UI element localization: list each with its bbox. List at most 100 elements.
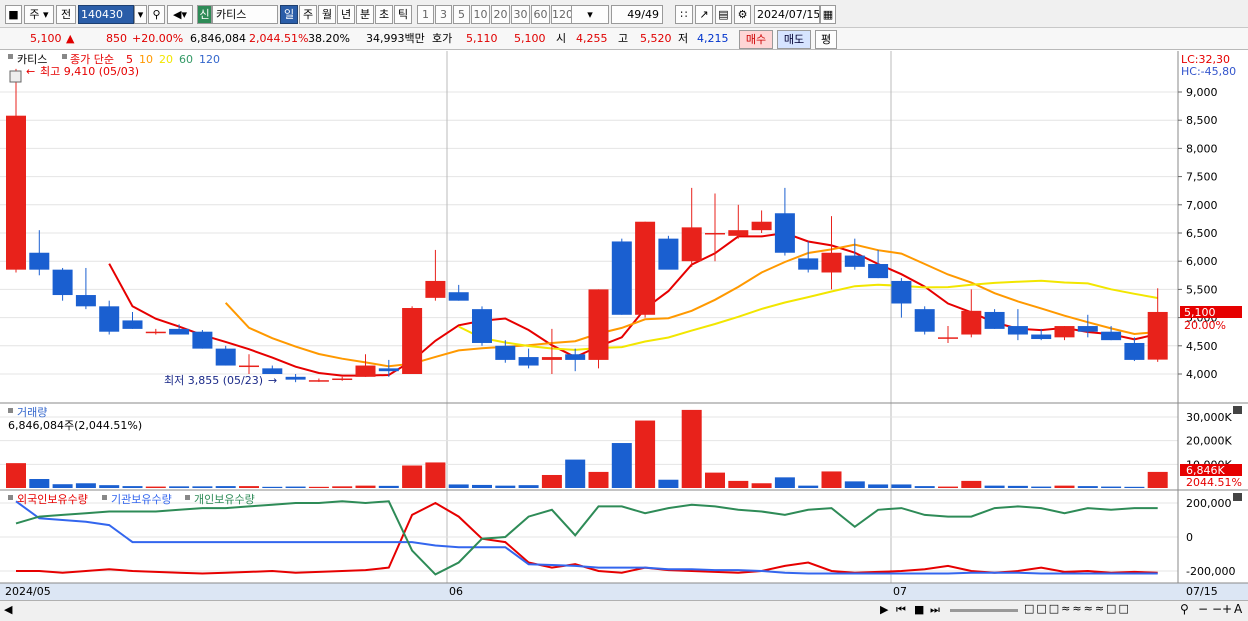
volume-bar	[472, 484, 492, 488]
minus-icon[interactable]: −	[1212, 602, 1222, 616]
prev-button[interactable]: 전	[56, 5, 76, 24]
layout-icon[interactable]: ■	[5, 5, 22, 24]
calendar-marker-icon[interactable]	[9, 70, 22, 83]
hoga-label: 호가	[432, 32, 453, 45]
current-price-tag: 5,100	[1184, 306, 1216, 319]
candle	[1007, 326, 1028, 335]
interval-button-5[interactable]: 5	[453, 5, 470, 24]
x-label-jul: 07	[893, 585, 907, 598]
volume-bar	[355, 485, 376, 488]
volume-bar	[215, 486, 236, 488]
volume-bar	[868, 484, 889, 488]
volume-bar	[961, 480, 982, 488]
timeframe-button-5[interactable]: 초	[375, 5, 393, 24]
timeframe-button-4[interactable]: 분	[356, 5, 374, 24]
count-field[interactable]: 49/49	[611, 5, 663, 24]
interval-button-60[interactable]: 60	[531, 5, 550, 24]
volume-bar	[402, 465, 423, 488]
sell-button[interactable]: 매도	[777, 30, 811, 49]
holdings-legend: 외국인보유수량 기관보유수량 개인보유수량	[8, 493, 255, 506]
draw-icon[interactable]: ↗	[695, 5, 713, 24]
grid-icon[interactable]: ∷	[675, 5, 693, 24]
candle	[215, 348, 236, 366]
stop-icon[interactable]: ■	[914, 603, 924, 616]
interval-button-120[interactable]: 120	[551, 5, 573, 24]
volume-bar	[262, 486, 283, 488]
date-field[interactable]: 2024/07/15	[754, 5, 820, 24]
zoom-icon[interactable]: ⚲	[1180, 602, 1189, 616]
price-chart[interactable]: 카티스 종가 단순 5 10 20 60 120 LC:32,30 HC:-45,80 …	[0, 51, 1248, 600]
plus-icon[interactable]: +	[1222, 602, 1232, 616]
speaker-icon[interactable]: ◀▾	[167, 5, 193, 24]
buy-button[interactable]: 매수	[739, 30, 773, 49]
interval-button-3[interactable]: 3	[435, 5, 452, 24]
interval-button-1[interactable]: 1	[417, 5, 434, 24]
price-tick-label: 7,000	[1186, 199, 1218, 212]
low-annotation-arrow: →	[268, 374, 277, 387]
price-tick-label: 6,500	[1186, 227, 1218, 240]
interval-button-20[interactable]: 20	[491, 5, 510, 24]
open-price: 4,255	[576, 32, 608, 45]
volume-bar	[705, 472, 725, 488]
trade-amount: 34,993백만	[366, 32, 425, 45]
volume-bar	[518, 485, 539, 488]
scroll-right-icon[interactable]: ▶	[880, 603, 888, 616]
candle	[844, 255, 865, 267]
volume-bar	[565, 459, 586, 488]
interval-button-30[interactable]: 30	[511, 5, 530, 24]
price-tick-label: 8,000	[1186, 142, 1218, 155]
volume-bar	[1007, 485, 1028, 488]
chart-scrollbar[interactable]: ◀ ▶ ⏮ ■ ⏭ □□□≈≈≈≈□□ ⚲ − − + A	[0, 600, 1248, 621]
font-icon[interactable]: A	[1234, 602, 1242, 616]
candle	[355, 365, 376, 377]
candle	[1077, 326, 1098, 332]
tool-icons[interactable]: □□□≈≈≈≈□□	[1024, 602, 1131, 615]
candle	[239, 365, 259, 368]
volume-panel-close-icon[interactable]	[1233, 406, 1242, 414]
candle	[308, 380, 329, 382]
volume-bar	[541, 474, 562, 488]
zoom-slider[interactable]	[950, 609, 1018, 612]
x-label-end: 07/15	[1186, 585, 1218, 598]
volume-pct-tag: 2044.51%	[1186, 476, 1242, 489]
first-icon[interactable]: ⏮	[896, 603, 906, 617]
eval-button[interactable]: 평	[815, 30, 837, 49]
timeframe-button-2[interactable]: 월	[318, 5, 336, 24]
price-tick-label: 8,500	[1186, 114, 1218, 127]
price-tick-label: 5,500	[1186, 283, 1218, 296]
candle	[658, 238, 679, 270]
calendar-icon[interactable]: ▦	[820, 5, 836, 24]
chart-area[interactable]: 카티스 종가 단순 5 10 20 60 120 LC:32,30 HC:-45,80 …	[0, 51, 1248, 621]
low-label: 저	[678, 32, 689, 45]
interval-button-10[interactable]: 10	[471, 5, 490, 24]
timeframe-button-0[interactable]: 일	[280, 5, 298, 24]
interval-select[interactable]: ▾	[571, 5, 609, 24]
candle	[821, 252, 842, 273]
volume-bar	[798, 485, 819, 488]
volume-bar	[658, 479, 679, 488]
volume-tick-label: 20,000K	[1186, 435, 1232, 448]
search-icon[interactable]: ⚲	[148, 5, 165, 24]
candle	[961, 310, 982, 335]
period-select[interactable]: 주 ▾	[24, 5, 54, 24]
candle	[99, 306, 120, 332]
save-icon[interactable]: ▤	[715, 5, 732, 24]
stock-name-field[interactable]: 카티스	[212, 5, 278, 24]
volume-bar	[774, 477, 795, 488]
code-dropdown-icon[interactable]: ▾	[134, 5, 147, 24]
scroll-left-icon[interactable]: ◀	[4, 603, 12, 616]
open-label: 시	[556, 32, 567, 45]
holdings-panel-close-icon[interactable]	[1233, 493, 1242, 501]
timeframe-button-3[interactable]: 년	[337, 5, 355, 24]
volume-bar	[308, 486, 329, 488]
change-percent: +20.00%	[132, 32, 184, 45]
timeframe-button-6[interactable]: 틱	[394, 5, 412, 24]
timeframe-button-1[interactable]: 주	[299, 5, 317, 24]
candle	[891, 280, 912, 304]
code-input[interactable]: 140430	[78, 5, 134, 24]
candle	[6, 115, 26, 270]
zoom-out-icon[interactable]: −	[1198, 602, 1208, 616]
last-icon[interactable]: ⏭	[930, 603, 940, 617]
gear-icon[interactable]: ⚙	[734, 5, 751, 24]
candle	[1101, 331, 1122, 341]
